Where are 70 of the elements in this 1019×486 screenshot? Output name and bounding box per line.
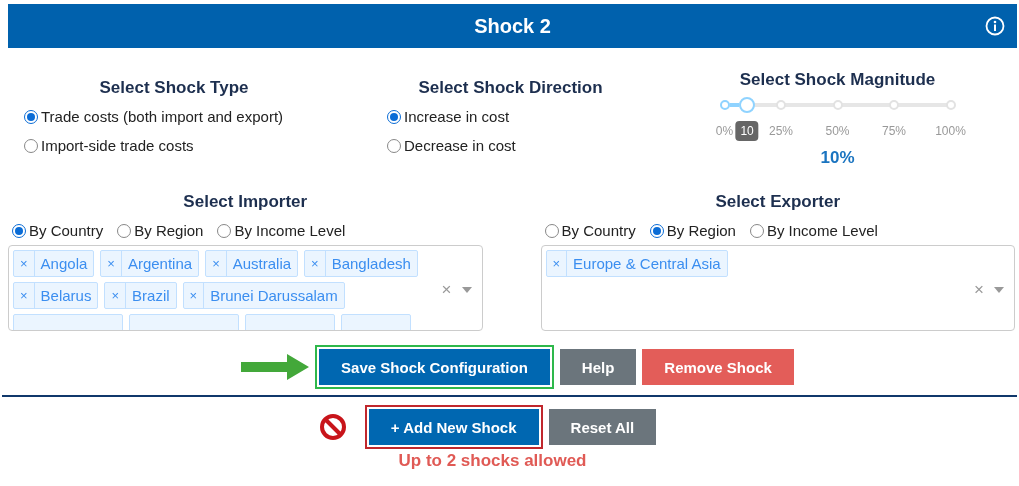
tick-label: 75%	[882, 124, 906, 138]
radio-button[interactable]	[24, 138, 38, 153]
radio-label[interactable]: Trade costs (both import and export)	[41, 108, 284, 125]
radio-label[interactable]: Import-side trade costs	[41, 137, 194, 154]
section-heading: Select Shock Magnitude	[739, 70, 936, 90]
tick-label: 0%	[715, 124, 734, 138]
prohibited-icon	[318, 413, 347, 441]
tag-label: Australia	[231, 254, 293, 274]
value-tooltip: 10	[735, 121, 759, 141]
remove-tag-button[interactable]: ×	[183, 283, 205, 308]
section-heading: Select Shock Type	[98, 78, 250, 98]
radio-button[interactable]	[749, 223, 764, 238]
remove-tag-button[interactable]: ×	[546, 251, 568, 276]
tag-label: Europe & Central Asia	[572, 254, 722, 274]
tick-dot	[832, 100, 843, 110]
panel-title: Shock 2	[474, 14, 551, 38]
dropdown-caret-icon[interactable]	[461, 287, 472, 293]
action-button[interactable]: Remove Shock	[642, 349, 794, 385]
remove-tag-button[interactable]: ×	[105, 283, 127, 308]
radio-button[interactable]	[649, 223, 664, 238]
tick-label: 25%	[769, 124, 793, 138]
section-heading: Select Importer	[182, 192, 309, 212]
dropdown-caret-icon[interactable]	[994, 287, 1004, 293]
radio-button[interactable]	[117, 223, 132, 238]
tag-label: Brunei Darussalam	[209, 286, 339, 306]
radio-label[interactable]: By Region	[666, 222, 736, 239]
radio-label[interactable]: Increase in cost	[404, 108, 510, 125]
tag-label: Argentina	[126, 254, 194, 274]
radio-label[interactable]: By Country	[561, 222, 636, 239]
slider-thumb[interactable]	[739, 97, 756, 113]
tick-label: 100%	[935, 124, 966, 138]
tag-label: Bangladesh	[330, 254, 412, 274]
arrow-icon	[241, 354, 310, 380]
action-button[interactable]: Save Shock Configuration	[315, 345, 554, 389]
radio-button[interactable]	[217, 223, 232, 238]
radio-button[interactable]	[544, 223, 559, 238]
multi-select-field[interactable]: × Europe & Central Asia ×	[540, 245, 1015, 331]
remove-tag-button[interactable]: ×	[101, 251, 122, 276]
radio-button[interactable]	[387, 109, 401, 124]
radio-label[interactable]: By Income Level	[234, 222, 346, 239]
clear-button[interactable]: ×	[441, 280, 452, 300]
radio-label[interactable]: By Income Level	[766, 222, 878, 239]
radio-label[interactable]: By Country	[29, 222, 104, 239]
radio-button[interactable]	[24, 109, 38, 124]
remove-tag-button[interactable]: ×	[206, 251, 227, 276]
magnitude-value: 10%	[820, 148, 855, 168]
limit-message: Up to 2 shocks allowed	[397, 451, 588, 471]
remove-tag-button[interactable]: ×	[14, 251, 35, 276]
info-icon[interactable]	[985, 16, 1005, 36]
tick-dot	[889, 100, 899, 110]
section-heading: Select Exporter	[714, 192, 842, 212]
multi-select-field[interactable]: × Angola × Argentina × Australia × Bangladesh × Belarus × Brazil × Brunei Darussalam ×	[8, 245, 483, 331]
action-button[interactable]: Help	[559, 349, 637, 385]
tick-dot	[719, 100, 730, 110]
radio-label[interactable]: By Region	[134, 222, 204, 239]
remove-tag-button[interactable]: ×	[305, 251, 326, 276]
action-button[interactable]: + Add New Shock	[364, 405, 543, 449]
clear-button[interactable]: ×	[974, 280, 984, 300]
tag-label: Angola	[39, 254, 89, 274]
tick-dot	[776, 100, 786, 110]
radio-button[interactable]	[387, 138, 401, 153]
tag-label: Brazil	[131, 286, 171, 306]
section-heading: Select Shock Direction	[417, 78, 604, 98]
radio-label[interactable]: Decrease in cost	[404, 137, 516, 154]
tick-label: 50%	[825, 124, 850, 138]
remove-tag-button[interactable]: ×	[14, 283, 35, 308]
action-button[interactable]: Reset All	[548, 409, 657, 445]
tick-dot	[945, 100, 956, 110]
radio-button[interactable]	[12, 223, 26, 238]
tag-label: Belarus	[39, 286, 93, 306]
